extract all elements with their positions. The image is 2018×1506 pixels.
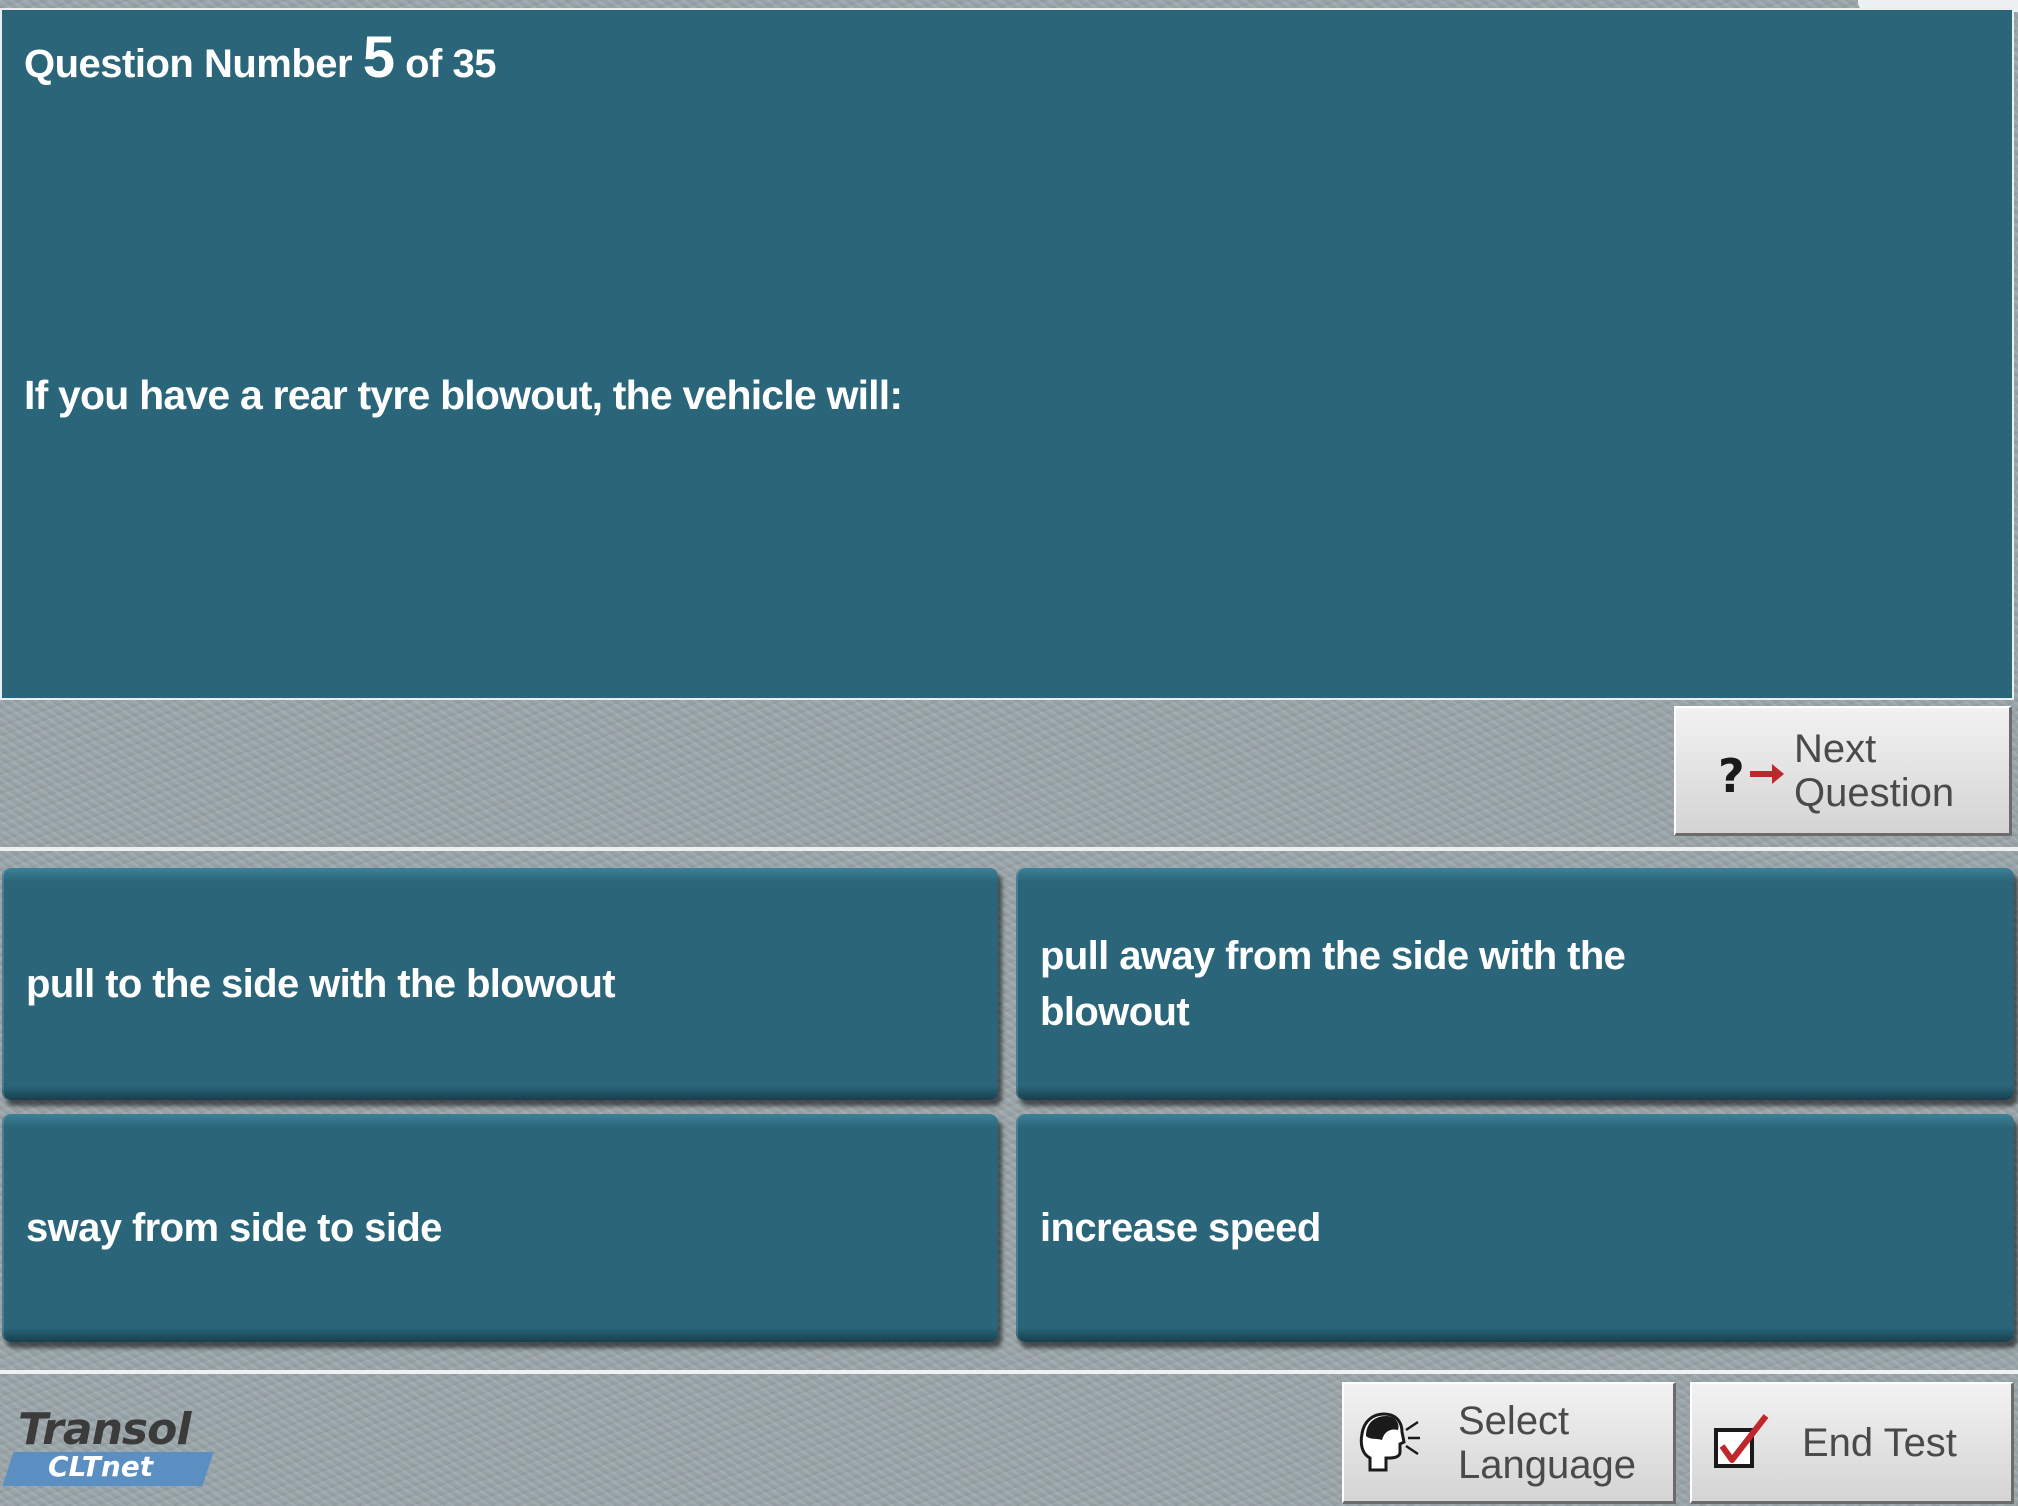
question-number: 5 bbox=[362, 25, 395, 90]
end-test-button[interactable]: End Test bbox=[1690, 1382, 2014, 1504]
logo-product: CLTnet bbox=[48, 1450, 154, 1483]
footer-divider bbox=[0, 1370, 2018, 1374]
question-label: Question Number bbox=[24, 42, 353, 86]
answer-option-a[interactable]: pull to the side with the blowout bbox=[2, 868, 998, 1100]
answer-option-a-text: pull to the side with the blowout bbox=[26, 962, 616, 1006]
answer-option-c-text: sway from side to side bbox=[26, 1206, 442, 1250]
svg-text:?: ? bbox=[1718, 749, 1745, 803]
select-language-label-line2: Language bbox=[1458, 1443, 1636, 1487]
question-arrow-icon: ? bbox=[1716, 744, 1786, 814]
speaking-head-icon bbox=[1356, 1408, 1422, 1490]
next-question-label-line2: Question bbox=[1794, 771, 1955, 815]
checkbox-tick-icon bbox=[1712, 1410, 1776, 1484]
select-language-button[interactable]: Select Language bbox=[1342, 1382, 1676, 1504]
select-language-label-line1: Select bbox=[1458, 1399, 1570, 1443]
question-header: Question Number 5 of 35 bbox=[24, 24, 496, 91]
logo-brand: Transol bbox=[18, 1404, 191, 1455]
transol-logo: Transol CLTnet bbox=[2, 1404, 228, 1494]
answer-option-c[interactable]: sway from side to side bbox=[2, 1114, 998, 1342]
divider bbox=[0, 847, 2018, 851]
next-question-button[interactable]: ? Next Question bbox=[1674, 706, 2012, 836]
answer-option-b[interactable]: pull away from the side with the blowout bbox=[1016, 868, 2014, 1100]
question-total: of 35 bbox=[405, 42, 496, 86]
answer-option-d-text: increase speed bbox=[1040, 1206, 1321, 1250]
question-panel: Question Number 5 of 35 If you have a re… bbox=[0, 8, 2014, 700]
question-text: If you have a rear tyre blowout, the veh… bbox=[24, 372, 903, 418]
answer-option-b-text: pull away from the side with the blowout bbox=[1040, 934, 1626, 1034]
end-test-label: End Test bbox=[1802, 1421, 1957, 1465]
next-question-label-line1: Next bbox=[1794, 727, 1877, 771]
answer-option-d[interactable]: increase speed bbox=[1016, 1114, 2014, 1342]
